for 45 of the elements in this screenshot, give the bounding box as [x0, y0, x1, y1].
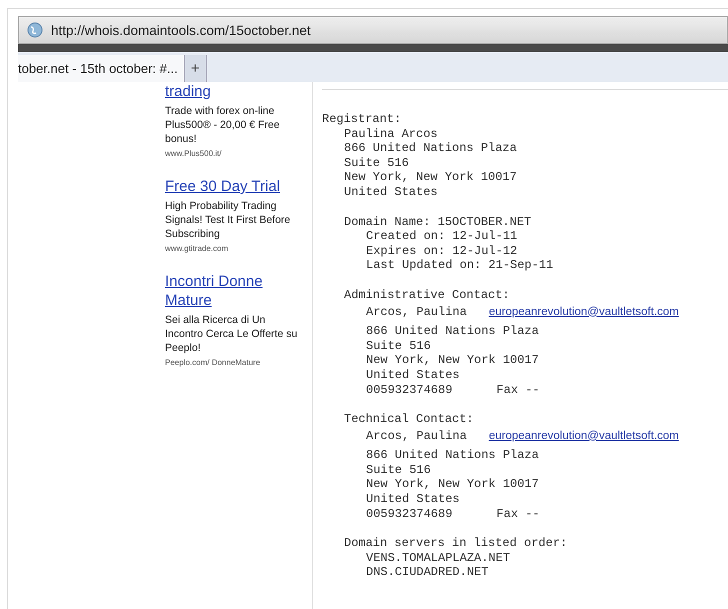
whois-line: Suite 516 [366, 338, 431, 354]
whois-line: Suite 516 [366, 462, 431, 478]
new-tab-button[interactable]: + [184, 55, 207, 82]
whois-line: VENS.TOMALAPLAZA.NET [366, 550, 510, 566]
ad-title-link[interactable]: trading [165, 82, 300, 101]
whois-line: United States [366, 368, 460, 382]
whois-heading: Domain Name: 15OCTOBER.NET [344, 214, 532, 230]
whois-heading: Domain servers in listed order: [344, 536, 568, 551]
contact-name: Arcos, Paulina [366, 304, 467, 320]
ad-url: Peeplo.com/ DonneMature [165, 358, 262, 368]
email-link[interactable]: europeanrevolution@vaultletsoft.com [488, 428, 679, 444]
site-globe-icon [27, 22, 43, 38]
ad-url: www.Plus500.it/ [165, 149, 222, 159]
fax-number: Fax -- [496, 382, 540, 398]
ad-title-link[interactable]: Free 30 Day Trial [165, 177, 300, 196]
whois-line: United States [344, 184, 438, 200]
whois-line: Suite 516 [344, 156, 409, 170]
whois-line: New York, New York 10017 [344, 170, 517, 185]
whois-line: New York, New York 10017 [366, 353, 539, 368]
phone-number: 005932374689 [366, 506, 452, 522]
address-bar[interactable]: http://whois.domaintools.com/15october.net [18, 16, 728, 44]
ad-description: Sei alla Ricerca di Un Incontro Cerca Le Offerte su Peeplo! [165, 313, 298, 355]
whois-line: Paulina Arcos [344, 126, 438, 142]
whois-line: DNS.CIUDADRED.NET [366, 565, 488, 580]
whois-heading: Registrant: [322, 112, 402, 127]
ad-title-link[interactable]: Incontri Donne Mature [165, 272, 300, 310]
whois-line: 866 United Nations Plaza [344, 141, 517, 156]
fax-number: Fax -- [496, 506, 540, 522]
whois-line: 866 United Nations Plaza [366, 448, 539, 463]
phone-number: 005932374689 [366, 382, 452, 398]
whois-line: Last Updated on: 21-Sep-11 [366, 258, 554, 273]
url-text: http://whois.domaintools.com/15october.net [51, 22, 311, 38]
whois-heading: Technical Contact: [344, 412, 474, 427]
ad-description: High Probability Trading Signals! Test It First Before Subscribing [165, 199, 292, 241]
whois-line: New York, New York 10017 [366, 477, 539, 492]
email-link[interactable]: europeanrevolution@vaultletsoft.com [488, 304, 679, 320]
ad-description: Trade with forex on-line Plus500® - 20,00 € Free bonus! [165, 104, 281, 146]
whois-heading: Administrative Contact: [344, 288, 510, 303]
whois-line: Expires on: 12-Jul-12 [366, 244, 518, 258]
whois-line: 866 United Nations Plaza [366, 324, 539, 339]
browser-tab[interactable]: tober.net - 15th october: #... [18, 55, 185, 82]
whois-line: Created on: 12-Jul-11 [366, 229, 518, 244]
ad-url: www.gtitrade.com [165, 244, 230, 254]
whois-line: United States [366, 492, 460, 507]
contact-name: Arcos, Paulina [366, 428, 467, 444]
